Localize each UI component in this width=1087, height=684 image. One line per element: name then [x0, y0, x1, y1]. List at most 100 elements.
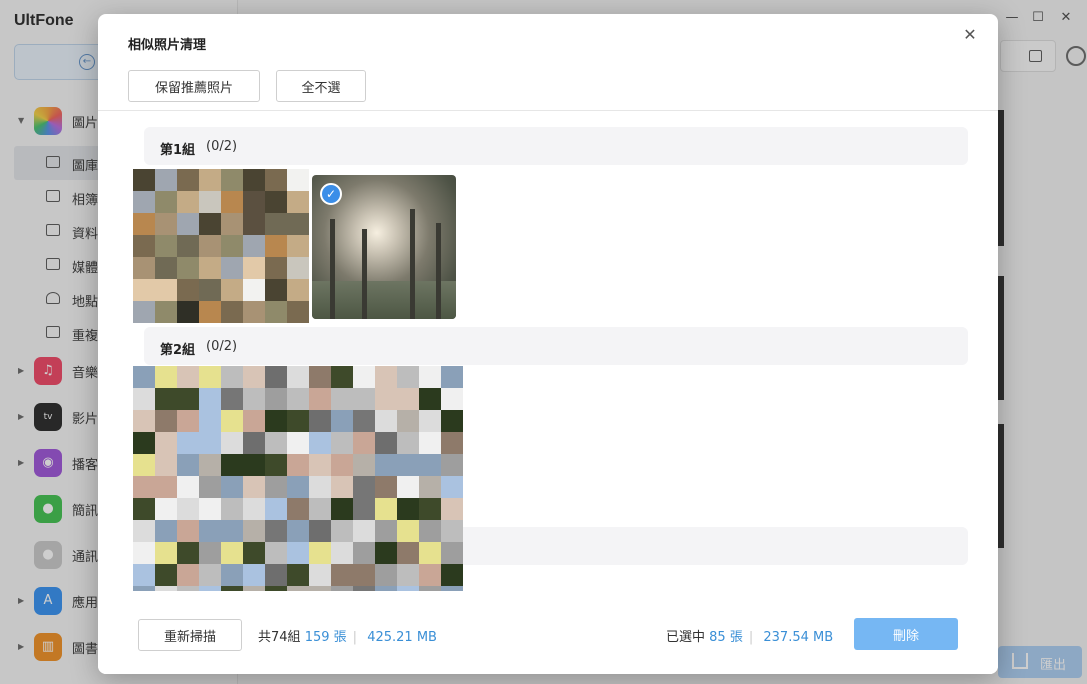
mosaic-cell [441, 564, 463, 586]
mosaic-cell [397, 454, 419, 476]
mosaic-cell [243, 213, 265, 235]
mosaic-cell [243, 257, 265, 279]
mosaic-cell [265, 476, 287, 498]
photo-tree [330, 219, 335, 319]
mosaic-cell [155, 213, 177, 235]
total-size: 425.21 MB [367, 630, 437, 645]
mosaic-cell [221, 191, 243, 213]
groups-list[interactable]: 第1組 (0/2) ✓ 第2組 (0/2) [98, 111, 998, 591]
mosaic-cell [309, 520, 331, 542]
mosaic-cell [265, 388, 287, 410]
photo-tree [410, 209, 415, 319]
mosaic-cell [243, 520, 265, 542]
mosaic-cell [353, 454, 375, 476]
mosaic-cell [221, 169, 243, 191]
mosaic-cell [353, 432, 375, 454]
mosaic-cell [419, 498, 441, 520]
mosaic-cell [177, 542, 199, 564]
delete-button[interactable]: 刪除 [854, 618, 958, 650]
mosaic-cell [375, 542, 397, 564]
mosaic-cell [155, 410, 177, 432]
mosaic-cell [155, 520, 177, 542]
mosaic-cell [221, 564, 243, 586]
mosaic-cell [419, 410, 441, 432]
mosaic-cell [397, 432, 419, 454]
mosaic-cell [177, 388, 199, 410]
mosaic-cell [353, 476, 375, 498]
mosaic-cell [397, 410, 419, 432]
mosaic-cell [199, 410, 221, 432]
mosaic-cell [287, 564, 309, 586]
mosaic-cell [353, 410, 375, 432]
mosaic-cell [397, 366, 419, 388]
group-count: (0/2) [206, 339, 238, 354]
photo-thumbnail[interactable]: ✓ [312, 175, 456, 319]
mosaic-cell [331, 432, 353, 454]
photo-thumbnail[interactable] [133, 366, 463, 591]
mosaic-cell [221, 476, 243, 498]
mosaic-cell [287, 542, 309, 564]
mosaic-cell [397, 498, 419, 520]
mosaic-cell [441, 476, 463, 498]
mosaic-cell [199, 257, 221, 279]
mosaic-cell [243, 235, 265, 257]
mosaic-cell [199, 213, 221, 235]
mosaic-cell [309, 476, 331, 498]
mosaic-cell [441, 432, 463, 454]
mosaic-cell [133, 213, 155, 235]
mosaic-cell [375, 366, 397, 388]
mosaic-cell [243, 476, 265, 498]
mosaic-cell [265, 366, 287, 388]
mosaic-cell [243, 388, 265, 410]
mosaic-cell [221, 498, 243, 520]
mosaic-cell [243, 410, 265, 432]
mosaic-cell [265, 191, 287, 213]
mosaic-cell [243, 191, 265, 213]
mosaic-cell [265, 520, 287, 542]
selected-stats: 已選中 85 張 | 237.54 MB [666, 626, 833, 645]
mosaic-cell [199, 432, 221, 454]
mosaic-cell [155, 388, 177, 410]
mosaic-cell [133, 388, 155, 410]
mosaic-cell [265, 257, 287, 279]
mosaic-cell [265, 454, 287, 476]
mosaic-cell [353, 542, 375, 564]
mosaic-cell [243, 279, 265, 301]
mosaic-cell [199, 301, 221, 323]
mosaic-cell [199, 520, 221, 542]
mosaic-cell [177, 366, 199, 388]
mosaic-cell [397, 388, 419, 410]
mosaic-cell [177, 279, 199, 301]
mosaic-cell [441, 454, 463, 476]
mosaic-cell [177, 454, 199, 476]
mosaic-cell [375, 454, 397, 476]
mosaic-cell [419, 454, 441, 476]
dialog-footer: 重新掃描 共74組 159 張 | 425.21 MB 已選中 85 張 | 237… [98, 591, 998, 674]
mosaic-cell [309, 410, 331, 432]
mosaic-cell [177, 191, 199, 213]
rescan-button[interactable]: 重新掃描 [138, 619, 242, 651]
close-icon[interactable]: ✕ [960, 25, 980, 45]
mosaic-cell [419, 366, 441, 388]
mosaic-cell [199, 498, 221, 520]
photos-unit: 張 [729, 630, 743, 645]
mosaic-cell [199, 564, 221, 586]
mosaic-cell [375, 388, 397, 410]
keep-recommended-button[interactable]: 保留推薦照片 [128, 70, 260, 102]
mosaic-cell [265, 410, 287, 432]
photo-thumbnail[interactable] [133, 169, 309, 323]
selected-label: 已選中 [666, 630, 706, 645]
mosaic-cell [309, 454, 331, 476]
mosaic-cell [221, 279, 243, 301]
mosaic-cell [353, 564, 375, 586]
mosaic-cell [177, 213, 199, 235]
mosaic-cell [177, 257, 199, 279]
photos-unit: 張 [333, 630, 347, 645]
deselect-all-button[interactable]: 全不選 [276, 70, 366, 102]
mosaic-cell [419, 520, 441, 542]
mosaic-cell [265, 564, 287, 586]
mosaic-cell [199, 169, 221, 191]
mosaic-cell [287, 366, 309, 388]
mosaic-cell [265, 432, 287, 454]
checkmark-icon[interactable]: ✓ [320, 183, 342, 205]
